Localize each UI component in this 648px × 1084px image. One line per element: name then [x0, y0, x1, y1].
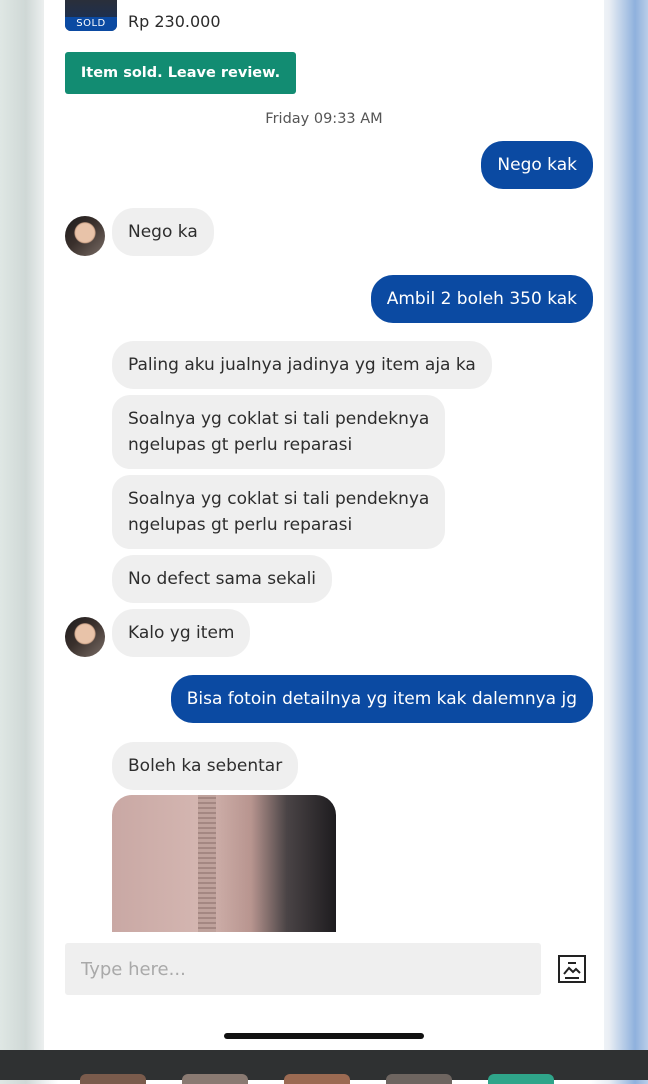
message-incoming[interactable]: Nego ka	[112, 208, 214, 256]
chat-screen: SOLD Rp 230.000 Item sold. Leave review.…	[44, 0, 604, 1050]
message-line: Soalnya yg coklat si tali pendeknya	[128, 489, 430, 509]
message-timestamp: Friday 09:33 AM	[265, 111, 383, 127]
app-thumbnail[interactable]	[182, 1074, 248, 1084]
message-outgoing[interactable]: Bisa fotoin detailnya yg item kak dalemn…	[170, 675, 593, 723]
message-input[interactable]	[65, 943, 541, 995]
listing-thumbnail[interactable]: SOLD	[65, 0, 117, 31]
listing-price: Rp 230.000	[128, 12, 221, 31]
home-indicator	[224, 1033, 424, 1039]
message-outgoing[interactable]: Nego kak	[481, 141, 593, 189]
message-incoming[interactable]: Soalnya yg coklat si tali pendeknya ngel…	[112, 475, 446, 549]
message-incoming[interactable]: Paling aku jualnya jadinya yg item aja k…	[112, 341, 492, 389]
seller-avatar[interactable]	[65, 216, 105, 256]
seller-avatar[interactable]	[65, 617, 105, 657]
message-photo[interactable]	[112, 795, 336, 932]
message-line: ngelupas gt perlu reparasi	[128, 515, 353, 535]
message-incoming[interactable]: Soalnya yg coklat si tali pendeknya ngel…	[112, 395, 446, 469]
composer	[65, 943, 588, 995]
message-line: Soalnya yg coklat si tali pendeknya	[128, 409, 430, 429]
sold-badge: SOLD	[65, 17, 117, 31]
leave-review-button[interactable]: Item sold. Leave review.	[65, 52, 296, 94]
app-switcher-strip	[0, 1050, 648, 1084]
message-line: ngelupas gt perlu reparasi	[128, 435, 353, 455]
message-outgoing[interactable]: Ambil 2 boleh 350 kak	[370, 275, 593, 323]
image-upload-icon	[558, 955, 586, 983]
listing-header[interactable]: SOLD Rp 230.000	[65, 0, 585, 40]
message-incoming[interactable]: Kalo yg item	[112, 609, 251, 657]
app-thumbnail[interactable]	[488, 1074, 554, 1084]
app-thumbnail[interactable]	[284, 1074, 350, 1084]
image-upload-button[interactable]	[556, 953, 588, 985]
message-incoming[interactable]: Boleh ka sebentar	[112, 742, 299, 790]
app-thumbnail[interactable]	[80, 1074, 146, 1084]
app-thumbnail[interactable]	[386, 1074, 452, 1084]
message-incoming[interactable]: No defect sama sekali	[112, 555, 333, 603]
